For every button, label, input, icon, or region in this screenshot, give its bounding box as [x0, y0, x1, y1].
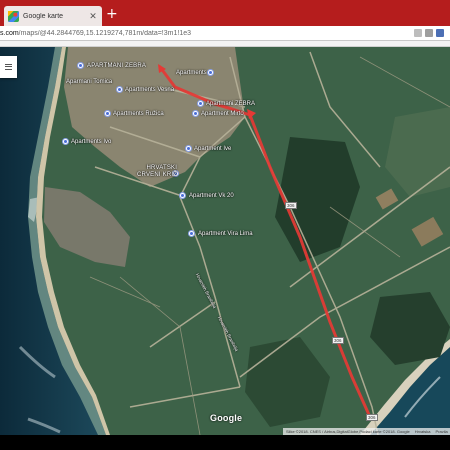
map-attribution: Slike ©2018. CNES / Airbus,DigitalGlobe,…: [283, 428, 450, 435]
account-icon[interactable]: [436, 29, 444, 37]
place-pin[interactable]: [185, 145, 192, 152]
map-label-apartment-vk20[interactable]: Apartment Vk 20: [189, 193, 234, 200]
new-tab-button[interactable]: +: [106, 7, 118, 21]
map-label-apartmani-zebra[interactable]: APARTMANI ZEBRA: [87, 63, 146, 70]
star-icon[interactable]: [425, 29, 433, 37]
google-logo: Google: [210, 413, 243, 423]
url-path: /maps/@44.2844769,15.1219274,781m/data=!…: [18, 29, 191, 37]
road-shield: 306: [366, 414, 378, 421]
url-domain: s.com: [0, 29, 19, 37]
attribution-imagery: Slike ©2018. CNES / Airbus,DigitalGlobe,…: [286, 429, 410, 434]
map-label-apartments-top[interactable]: Apartments: [176, 70, 207, 77]
place-pin[interactable]: [188, 230, 195, 237]
map-label-apartments-ruzica[interactable]: Apartments Ružica: [113, 111, 164, 118]
tab-google-karte[interactable]: Google karte ✕: [4, 6, 102, 26]
place-pin[interactable]: [116, 86, 123, 93]
map-label-apartment-mirto[interactable]: Apartment Mirto: [201, 111, 244, 118]
url-text[interactable]: s.com/maps/@44.2844769,15.1219274,781m/d…: [0, 30, 414, 37]
map-label-hrvatski-crveni-kriz[interactable]: HRVATSKI CRVENI KRIŽ: [137, 165, 177, 179]
google-maps-icon: [8, 10, 19, 22]
map-label-apartments-ivo[interactable]: Apartments Ivo: [71, 139, 111, 146]
map-label-apartment-vira-lima[interactable]: Apartment Vira Lima: [198, 231, 253, 238]
satellite-map[interactable]: APARTMANI ZEBRA Apartments Aparmani Tomi…: [0, 47, 450, 435]
map-menu-button[interactable]: [0, 56, 17, 78]
map-label-apartments-vesna[interactable]: Apartments Vesna: [125, 87, 174, 94]
place-pin[interactable]: [179, 192, 186, 199]
place-pin[interactable]: [192, 110, 199, 117]
map-label-aparmani-tomica[interactable]: Aparmani Tomica: [66, 79, 112, 86]
address-bar[interactable]: s.com/maps/@44.2844769,15.1219274,781m/d…: [0, 26, 450, 41]
place-pin[interactable]: [207, 69, 214, 76]
place-pin[interactable]: [62, 138, 69, 145]
place-pin[interactable]: [104, 110, 111, 117]
tab-title: Google karte: [23, 12, 64, 20]
map-label-apartmani-zebra-pin[interactable]: Apartmani ZEBRA: [206, 101, 255, 108]
attribution-terms[interactable]: Pravila: [436, 429, 448, 434]
taskbar: [0, 435, 450, 450]
place-pin[interactable]: [197, 100, 204, 107]
close-tab-icon[interactable]: ✕: [88, 11, 98, 22]
place-pin[interactable]: [77, 62, 84, 69]
attribution-country[interactable]: Hrvatska: [415, 429, 431, 434]
map-label-apartment-ive[interactable]: Apartment Ive: [194, 146, 231, 153]
extension-icon[interactable]: [414, 29, 422, 37]
road-shield: 306: [332, 337, 344, 344]
tab-strip: Google karte ✕ +: [0, 0, 450, 26]
menu-icon: [5, 64, 12, 70]
road-shield: 306: [285, 202, 297, 209]
